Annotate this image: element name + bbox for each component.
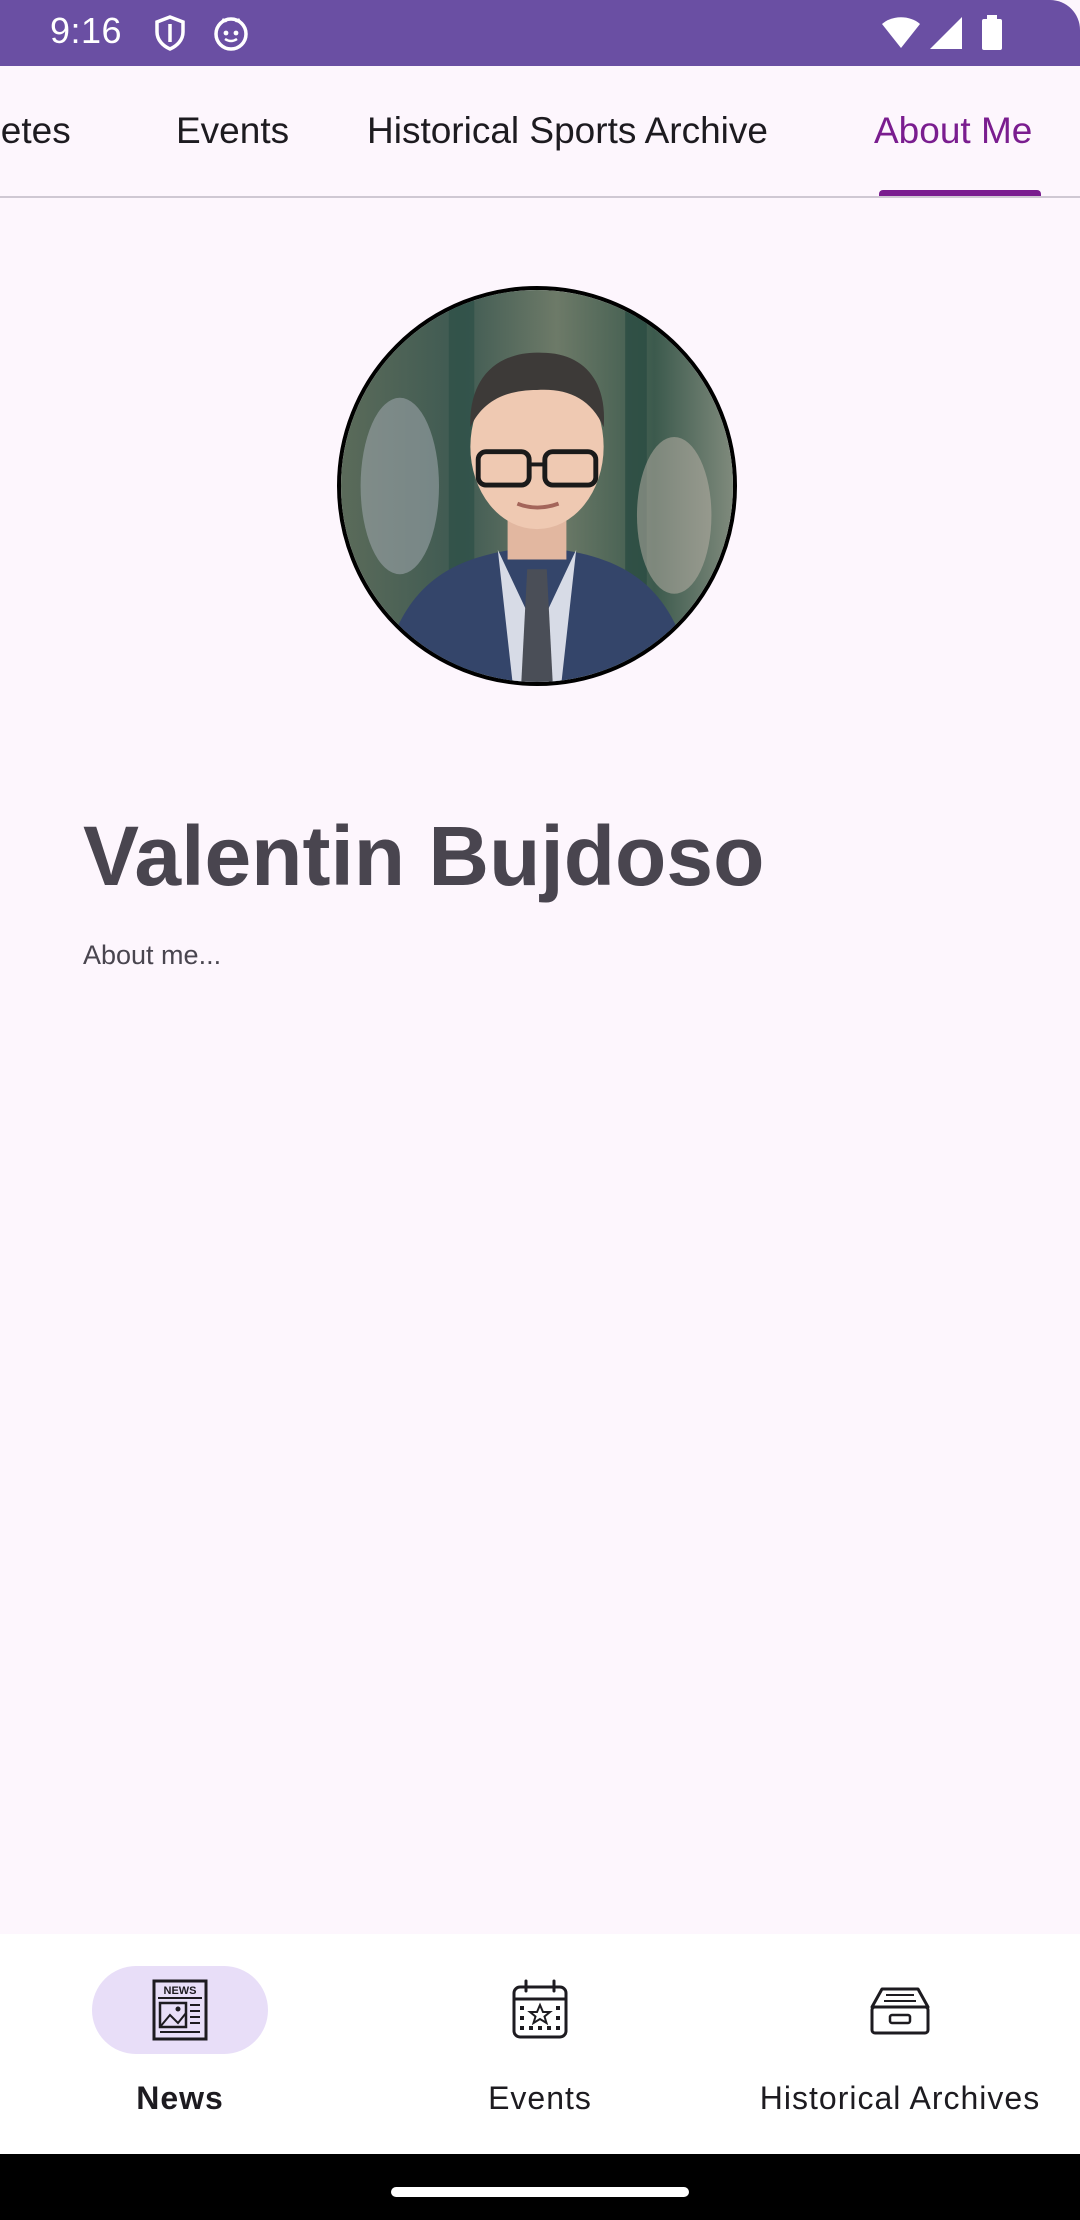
archive-box-icon xyxy=(868,1977,932,2043)
profile-photo-image xyxy=(341,290,733,682)
tab-about-me[interactable]: About Me xyxy=(874,110,1032,152)
newspaper-icon: NEWS xyxy=(148,1977,212,2043)
tab-selected-indicator xyxy=(879,190,1041,196)
profile-name: Valentin Bujdoso xyxy=(83,809,765,903)
battery-icon xyxy=(980,14,1004,52)
bottom-navigation: NEWS News Events Historical Archives xyxy=(0,1934,1080,2154)
nav-label-news: News xyxy=(136,2080,224,2116)
cat-face-icon xyxy=(212,14,250,52)
tab-historical-sports-archive[interactable]: Historical Sports Archive xyxy=(367,110,768,152)
nav-label-historical-archives: Historical Archives xyxy=(759,2080,1041,2116)
nav-label-events: Events xyxy=(488,2080,592,2116)
status-bar: 9:16 xyxy=(0,0,1080,66)
system-navigation-bar xyxy=(0,2154,1080,2220)
top-tab-bar: hletes Events Historical Sports Archive … xyxy=(0,66,1080,198)
profile-about-text: About me... xyxy=(83,940,222,970)
wifi-icon xyxy=(880,14,922,52)
shield-icon xyxy=(152,14,188,52)
tab-events[interactable]: Events xyxy=(176,110,289,152)
svg-text:NEWS: NEWS xyxy=(164,1985,197,1997)
calendar-star-icon xyxy=(508,1977,572,2043)
nav-item-events[interactable]: Events xyxy=(360,1934,720,2154)
tab-athletes[interactable]: hletes xyxy=(0,110,71,152)
signal-icon xyxy=(928,14,964,52)
home-gesture-handle[interactable] xyxy=(391,2187,689,2197)
profile-photo xyxy=(337,286,737,686)
status-time: 9:16 xyxy=(50,10,123,51)
nav-item-historical-archives[interactable]: Historical Archives xyxy=(720,1934,1080,2154)
nav-item-news[interactable]: NEWS News xyxy=(0,1934,360,2154)
